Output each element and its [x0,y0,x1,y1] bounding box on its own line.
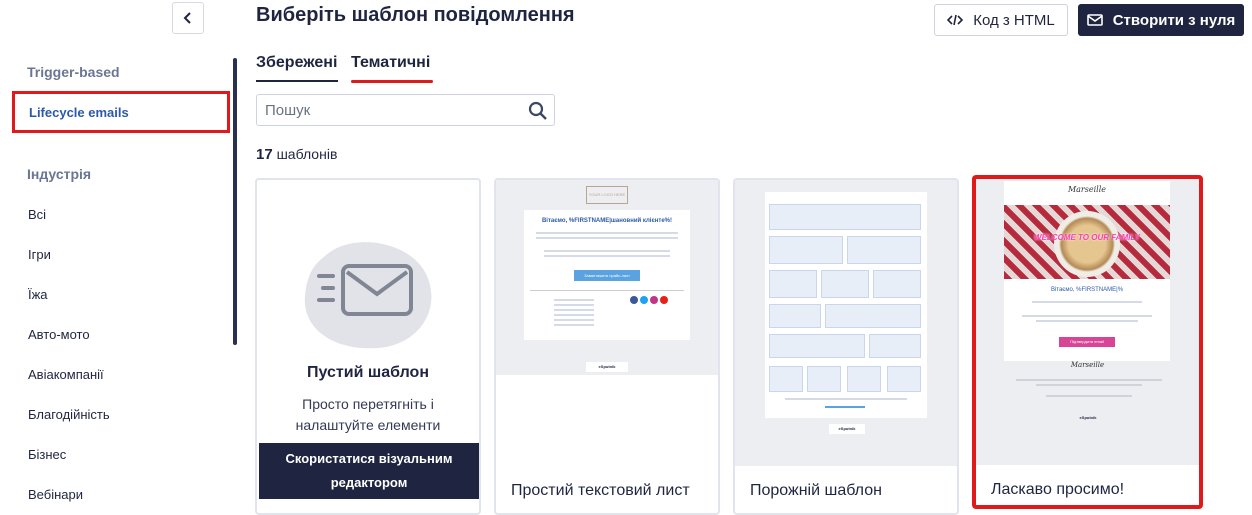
tab-thematic[interactable]: Тематичні [351,54,430,72]
welcome-caption: Ласкаво просимо! [991,481,1125,498]
welcome-cta: Підтвердити email [1059,337,1115,347]
welcome-body: Marseille WELCOME TO OUR FAMILY Вітаємо,… [1004,181,1170,361]
simple-text-heading: Вітаємо, %FIRSTNAME|шановний клієнте%! [541,218,673,224]
esputnik-logo: eSputnik [586,362,628,372]
blank-envelope-illustration [304,242,432,349]
sidebar-item-webinars[interactable]: Вебінари [28,487,83,502]
social-icons [630,296,670,308]
sidebar-item-food[interactable]: Їжа [28,287,48,302]
template-card-welcome[interactable]: Marseille WELCOME TO OUR FAMILY Вітаємо,… [972,175,1203,509]
template-card-empty[interactable]: eSputnik Порожній шаблон [733,178,959,515]
empty-template-caption: Порожній шаблон [750,482,882,499]
search-input[interactable] [257,95,517,125]
simple-text-body: Вітаємо, %FIRSTNAME|шановний клієнте%! З… [524,210,690,340]
welcome-preview: Marseille WELCOME TO OUR FAMILY Вітаємо,… [976,179,1199,465]
chevron-left-icon [183,12,191,24]
logo-placeholder: YOUR LOGO HERE [586,186,628,204]
welcome-footer-brand: Marseille [1070,361,1105,369]
sidebar-item-all[interactable]: Всі [28,207,46,222]
template-count-number: 17 [256,146,273,163]
empty-template-body [765,192,927,418]
visual-editor-button[interactable]: Скористатися візуальним редактором [259,443,479,499]
page-title: Виберіть шаблон повідомлення [256,4,575,26]
template-card-blank[interactable]: Пустий шаблон Просто перетягніть і налаш… [255,178,481,515]
create-button-label: Створити з нуля [1112,11,1236,29]
sidebar-item-games[interactable]: Ігри [28,247,51,262]
template-count-label: шаблонів [276,146,338,162]
welcome-banner-text: WELCOME TO OUR FAMILY [1034,233,1140,242]
welcome-greeting: Вітаємо, %FIRSTNAME|% [1050,287,1124,293]
sidebar-item-airlines[interactable]: Авіакомпанії [28,367,104,382]
sidebar-item-auto[interactable]: Авто-мото [28,327,90,342]
simple-text-caption: Простий текстовий лист [511,482,690,499]
template-picker: Trigger-based Lifecycle emails Індустрія… [0,0,1252,515]
sidebar-trigger-label[interactable]: Trigger-based [27,64,120,80]
sidebar-industry-label: Індустрія [27,166,92,182]
blank-template-description: Просто перетягніть і налаштуйте елементи [295,396,441,433]
create-from-scratch-button[interactable]: Створити з нуля [1078,4,1244,36]
search-box [256,94,555,126]
code-icon [947,14,964,26]
simple-text-cta: Завантажити прайс-лист [574,270,640,281]
template-count: 17 шаблонів [256,146,337,163]
tab-saved-underline [256,80,338,82]
html-code-button-label: Код з HTML [973,11,1055,29]
tab-thematic-underline [351,80,433,83]
tab-saved[interactable]: Збережені [256,54,337,72]
sidebar-item-lifecycle[interactable]: Lifecycle emails [12,91,230,133]
sidebar-item-charity[interactable]: Благодійність [28,407,110,422]
collapse-sidebar-button[interactable] [172,2,204,34]
sidebar: Trigger-based Lifecycle emails Індустрія… [0,40,232,515]
html-code-button[interactable]: Код з HTML [934,4,1068,36]
envelope-icon [1086,14,1103,26]
welcome-brand-name: Marseille [1067,185,1107,194]
blank-template-title: Пустий шаблон [307,364,429,381]
template-card-simple-text[interactable]: YOUR LOGO HERE Вітаємо, %FIRSTNAME|шанов… [494,178,720,515]
esputnik-logo: eSputnik [829,424,865,434]
search-icon[interactable] [528,101,548,121]
simple-text-preview: YOUR LOGO HERE Вітаємо, %FIRSTNAME|шанов… [496,180,718,375]
welcome-banner: WELCOME TO OUR FAMILY [1004,205,1170,279]
sidebar-item-business[interactable]: Бізнес [28,447,66,462]
sidebar-scrollbar[interactable] [233,58,237,345]
esputnik-logo: eSputnik [1079,415,1097,420]
empty-template-preview: eSputnik [735,180,957,466]
